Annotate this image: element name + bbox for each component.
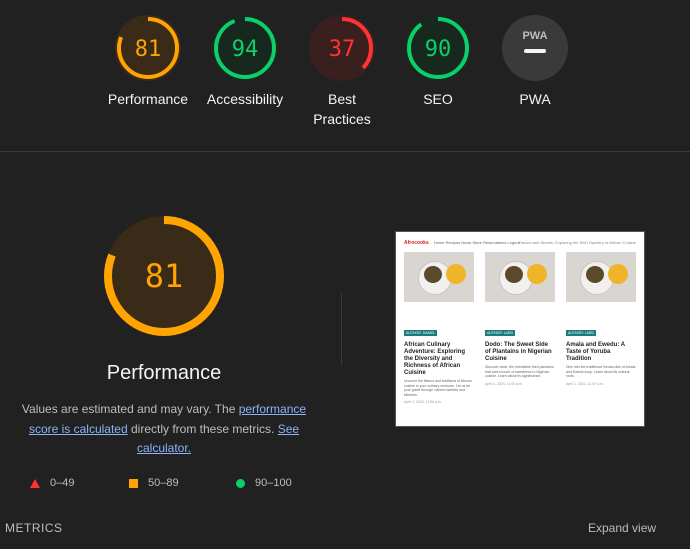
gauge-score: 37 [329, 37, 356, 62]
card-body: Uncover the flavors and traditions of Af… [404, 379, 472, 397]
card-title: Amala and Ewedu: A Taste of Yoruba Tradi… [566, 342, 625, 362]
gauge-pwa[interactable]: PWA PWA [480, 15, 590, 109]
gauge-score: 81 [145, 257, 184, 295]
author-badge: AUTHOR: LARD [566, 330, 597, 336]
card-date: April 1, 2024, 11:56 a.m. [404, 400, 442, 404]
legend-range: 50–89 [148, 477, 179, 489]
pwa-dash [524, 49, 546, 53]
preview-nav: Afrocooks Home Recipes News Store Reserv… [404, 240, 636, 248]
triangle-icon [30, 478, 40, 488]
card-title: African Culinary Adventure: Exploring th… [404, 342, 466, 376]
preview-card: AUTHOR: DANIEL African Culinary Adventur… [404, 252, 474, 404]
final-screenshot-thumbnail[interactable]: Afrocooks Home Recipes News Store Reserv… [395, 231, 645, 427]
gauge-score: 90 [425, 37, 452, 62]
gauge-ring: 37 [309, 15, 375, 81]
pwa-badge-text: PWA [522, 30, 547, 42]
note-text: directly from these metrics. [127, 421, 278, 436]
gauge-score: 81 [135, 37, 162, 62]
legend-range: 0–49 [50, 477, 75, 489]
gauge-seo[interactable]: 90 SEO [383, 15, 493, 109]
food-image [485, 252, 555, 302]
estimate-note: Values are estimated and may vary. The p… [14, 400, 314, 459]
preview-nav-links: Home Recipes News Store Reservations Log… [433, 240, 520, 245]
legend-fail: 0–49 [30, 477, 74, 489]
preview-tagline: Flavors and Stories: Exploring the Rich … [518, 240, 636, 245]
card-date: April 1, 2024, 11:00 a.m. [485, 381, 523, 386]
card-date: April 1, 2024, 11:57 a.m. [566, 381, 604, 386]
performance-gauge-large: 81 [102, 214, 226, 338]
card-body: Dive into the traditional Yoruba dish of… [566, 365, 636, 378]
card-body: Discover dodo, the irresistible fried pl… [485, 365, 554, 378]
gauge-ring: 81 [104, 216, 224, 336]
legend-average: 50–89 [129, 477, 179, 489]
section-divider [0, 151, 690, 152]
food-image [566, 252, 636, 302]
gauge-label: Performance [107, 91, 189, 107]
gauge-label: PWA [519, 91, 551, 107]
gauge-label: Best Practices [313, 91, 371, 127]
metrics-heading: METRICS [5, 521, 63, 535]
preview-card: AUTHOR: LARD Dodo: The Sweet Side of Pla… [485, 252, 555, 386]
preview-card: AUTHOR: LARD Amala and Ewedu: A Taste of… [566, 252, 636, 386]
expand-view-button[interactable]: Expand view [588, 521, 656, 535]
gauge-score: 94 [232, 37, 259, 62]
author-badge: AUTHOR: LARD [485, 330, 516, 336]
gauge-performance[interactable]: 81 Performance [93, 15, 203, 109]
gauge-ring: 94 [212, 15, 278, 81]
pwa-badge-icon: PWA [502, 15, 568, 81]
gauge-best-practices[interactable]: 37 Best Practices [287, 15, 397, 129]
vertical-separator [341, 293, 342, 365]
gauge-accessibility[interactable]: 94 Accessibility [190, 15, 300, 109]
legend-pass: 90–100 [236, 477, 292, 489]
author-badge: AUTHOR: DANIEL [404, 330, 438, 336]
note-text: Values are estimated and may vary. The [21, 402, 239, 416]
gauge-label: SEO [423, 91, 453, 107]
preview-logo: Afrocooks [404, 240, 429, 246]
gauge-label: Accessibility [206, 91, 284, 107]
performance-title: Performance [106, 362, 222, 384]
page-preview: Afrocooks Home Recipes News Store Reserv… [400, 236, 640, 422]
category-gauges: 81 Performance 94 Accessibility 37 Best … [0, 0, 690, 152]
card-title: Dodo: The Sweet Side of Plantains in Nig… [485, 342, 552, 362]
food-image [404, 252, 474, 302]
legend-range: 90–100 [255, 477, 292, 489]
square-icon [129, 478, 138, 488]
gauge-ring: 81 [115, 15, 181, 81]
score-legend: 0–49 50–89 90–100 [0, 477, 330, 493]
circle-icon [236, 478, 245, 488]
gauge-ring: 90 [405, 15, 471, 81]
